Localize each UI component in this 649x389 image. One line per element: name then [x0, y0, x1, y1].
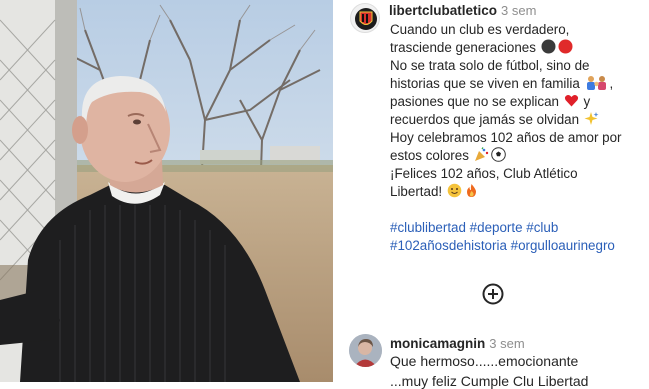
comment-text: Que hermoso......emocionante [390, 353, 579, 369]
smiling-face-icon [447, 183, 462, 198]
caption-comma: , [609, 76, 614, 91]
hashtag-link[interactable]: #clublibertad [390, 220, 466, 235]
red-circle-icon [558, 39, 573, 54]
family-icon [585, 75, 609, 90]
caption-line-with-emoji: Libertad! [390, 183, 646, 201]
comment-time: 3 sem [489, 336, 525, 351]
comment-text-cont: ...muy feliz Cumple Clu Libertad [390, 373, 589, 389]
caption-line: Libertad! [390, 184, 443, 199]
hashtags: #clublibertad #deporte #club #102añosdeh… [390, 219, 615, 255]
caption-line-with-emoji: estos colores [390, 147, 646, 165]
comment-header: monicamagnin 3 sem [390, 336, 525, 351]
hashtag-link[interactable]: #deporte [470, 220, 523, 235]
caption-line-with-emoji: pasiones que no se explican y [390, 93, 646, 111]
post-photo [0, 0, 333, 382]
post-caption: Cuando un club es verdadero, trasciende … [390, 21, 646, 201]
hashtag-link[interactable]: #102añosdehistoria [390, 238, 507, 253]
caption-y: y [583, 94, 591, 109]
party-popper-icon [474, 147, 489, 162]
plus-circle-icon[interactable] [482, 283, 504, 305]
hashtag-link[interactable]: #club [526, 220, 558, 235]
caption-line: pasiones que no se explican [390, 94, 559, 109]
comment-author-link[interactable]: monicamagnin [390, 336, 485, 351]
commenter-avatar[interactable] [349, 334, 382, 367]
caption-line: ¡Felices 102 años, Club Atlético [390, 166, 578, 181]
red-heart-icon [564, 93, 579, 108]
caption-line: recuerdos que jamás se olvidan [390, 112, 580, 127]
caption-line-with-emoji: recuerdos que jamás se olvidan [390, 111, 646, 129]
post-time: 3 sem [501, 3, 537, 18]
caption-line-with-emoji: trasciende generaciones [390, 39, 646, 57]
hashtag-link[interactable]: #orgulloaurinegro [511, 238, 615, 253]
caption-line: Cuando un club es verdadero, [390, 22, 570, 37]
sparkles-icon [584, 111, 599, 126]
fire-icon [464, 183, 479, 198]
club-avatar[interactable] [350, 3, 380, 33]
caption-line: Hoy celebramos 102 años de amor por [390, 130, 622, 145]
caption-line: historias que se viven en familia [390, 76, 580, 91]
caption-line: estos colores [390, 148, 469, 163]
caption-line: trasciende generaciones [390, 40, 536, 55]
soccer-ball-icon [490, 147, 506, 162]
caption-line: No se trata solo de fútbol, sino de [390, 58, 590, 73]
caption-line-with-emoji: historias que se viven en familia , [390, 75, 646, 93]
post-header: libertclubatletico 3 sem [389, 3, 536, 18]
post-author-link[interactable]: libertclubatletico [389, 3, 497, 18]
black-circle-icon [541, 39, 556, 54]
